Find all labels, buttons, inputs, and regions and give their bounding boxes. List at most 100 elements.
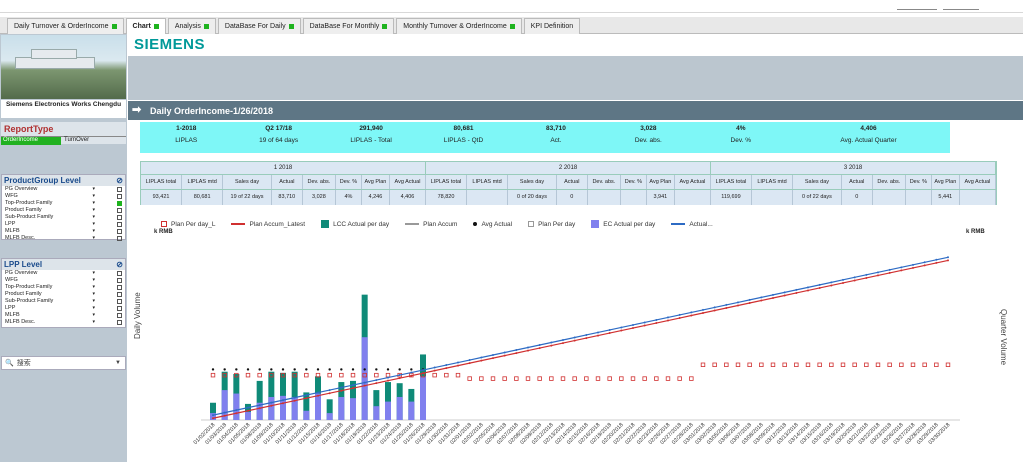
- legend-swatch: [528, 221, 535, 227]
- checkbox[interactable]: [117, 278, 122, 283]
- plan-marker: [514, 376, 519, 381]
- chevron-down-icon[interactable]: ▾: [92, 221, 95, 228]
- tab-3[interactable]: DataBase For Daily: [217, 18, 301, 34]
- accum-point: [783, 291, 786, 294]
- accum-point: [503, 351, 506, 354]
- chevron-down-icon[interactable]: ▾: [92, 235, 95, 242]
- checkbox[interactable]: [117, 271, 122, 276]
- plan-marker: [619, 376, 624, 381]
- accum-point: [422, 369, 424, 372]
- accum-point: [620, 329, 623, 332]
- level-item[interactable]: MLFB Desc. ▾: [2, 235, 125, 242]
- accum-point: [398, 377, 401, 380]
- kpi-cell: Q2 17/18 19 of 64 days: [232, 122, 324, 153]
- chevron-down-icon[interactable]: ▾: [92, 193, 95, 200]
- checkbox[interactable]: [117, 229, 122, 234]
- report-type-turnover[interactable]: TurnOver: [61, 137, 89, 145]
- report-type-orderincome[interactable]: OrderIncome: [1, 137, 61, 145]
- legend-label: Plan Accum_Latest: [249, 220, 306, 228]
- chevron-down-icon[interactable]: ▾: [92, 277, 95, 284]
- search-box[interactable]: 🔍 搜索 ▼: [1, 356, 126, 370]
- chevron-down-icon[interactable]: ▾: [92, 270, 95, 277]
- arrow-right-icon: ➡: [132, 104, 142, 116]
- checkbox[interactable]: [117, 194, 122, 199]
- plan-marker: [642, 376, 647, 381]
- plan-marker: [945, 362, 951, 367]
- column-header: LIPLAS mtd: [752, 175, 794, 189]
- checkbox[interactable]: [117, 292, 122, 297]
- accum-point: [480, 359, 483, 362]
- building-shape: [31, 49, 77, 59]
- chevron-down-icon[interactable]: ▾: [92, 305, 95, 312]
- level-item-label: MLFB Desc.: [5, 319, 36, 325]
- accum-point: [923, 264, 926, 267]
- checkbox[interactable]: [117, 299, 122, 304]
- accum-point: [270, 401, 273, 404]
- level-item-label: Product Family: [5, 291, 42, 297]
- plan-marker: [549, 376, 554, 381]
- tab-5[interactable]: Monthly Turnover & OrderIncome: [396, 18, 522, 34]
- level-item[interactable]: LPP ▾: [2, 221, 125, 228]
- level-item[interactable]: MLFB ▾: [2, 228, 125, 235]
- checkbox[interactable]: [117, 208, 122, 213]
- chevron-down-icon[interactable]: ▾: [92, 284, 95, 291]
- chevron-down-icon[interactable]: ▾: [92, 214, 95, 221]
- chevron-down-icon[interactable]: ▼: [115, 360, 121, 366]
- level-item[interactable]: Top-Product Family ▾: [2, 284, 125, 291]
- chevron-down-icon[interactable]: ▾: [92, 207, 95, 214]
- checkbox[interactable]: [117, 306, 122, 311]
- chevron-down-icon[interactable]: ▾: [92, 298, 95, 305]
- tab-6[interactable]: KPI Definition: [523, 18, 581, 34]
- level-item[interactable]: MLFB Desc. ▾: [2, 319, 125, 326]
- top-divider: [897, 9, 937, 10]
- report-title-bar: ➡ Daily OrderIncome-1/26/2018: [128, 101, 1023, 120]
- chevron-down-icon[interactable]: ▾: [92, 228, 95, 235]
- column-header: LIPLAS mtd: [467, 175, 509, 189]
- checkbox[interactable]: [117, 201, 122, 206]
- accum-point: [247, 409, 249, 412]
- checkbox[interactable]: [117, 320, 122, 325]
- legend-item: Actual...: [671, 221, 713, 228]
- tab-0[interactable]: Daily Turnover & OrderIncome: [7, 18, 124, 34]
- level-item[interactable]: Sub-Product Family ▾: [2, 214, 125, 221]
- checkbox[interactable]: [117, 187, 122, 192]
- level-item[interactable]: Product Family ▾: [2, 291, 125, 298]
- accum-point: [632, 327, 634, 330]
- level-item[interactable]: WFG ▾: [2, 277, 125, 284]
- level-item-label: PG Overview: [5, 186, 38, 192]
- level-item[interactable]: MLFB ▾: [2, 312, 125, 319]
- level-item[interactable]: PG Overview ▾: [2, 270, 125, 277]
- plan-marker: [689, 376, 694, 381]
- checkbox[interactable]: [117, 215, 122, 220]
- chevron-down-icon[interactable]: ▾: [92, 186, 95, 193]
- bar-ec: [385, 401, 391, 420]
- clear-icon[interactable]: ⊘: [116, 260, 123, 269]
- clear-icon[interactable]: ⊘: [116, 176, 123, 185]
- checkbox[interactable]: [117, 285, 122, 290]
- level-item[interactable]: WFG ▾: [2, 193, 125, 200]
- chevron-down-icon[interactable]: ▾: [92, 291, 95, 298]
- checkbox[interactable]: [117, 313, 122, 318]
- bar-ec: [338, 397, 345, 420]
- tab-1[interactable]: Chart: [125, 18, 166, 34]
- left-axis-title: Daily Volume: [133, 292, 142, 339]
- chevron-down-icon[interactable]: ▾: [92, 319, 95, 326]
- level-item[interactable]: Top-Product Family ▾: [2, 200, 125, 207]
- chevron-down-icon[interactable]: ▾: [92, 200, 95, 207]
- tab-2[interactable]: Analysis: [167, 18, 216, 34]
- header-band: [128, 56, 1023, 100]
- tab-4[interactable]: DataBase For Monthly: [302, 18, 395, 34]
- checkbox[interactable]: [117, 222, 122, 227]
- plan-marker: [654, 376, 659, 381]
- level-item[interactable]: LPP ▾: [2, 305, 125, 312]
- legend-item: LCC Actual per day: [321, 220, 389, 228]
- accum-point: [527, 349, 529, 352]
- table-cell: 0 of 22 days: [793, 190, 842, 205]
- level-item[interactable]: Sub-Product Family ▾: [2, 298, 125, 305]
- level-item-label: Top-Product Family: [5, 284, 53, 290]
- accum-point: [608, 328, 611, 331]
- level-item[interactable]: Product Family ▾: [2, 207, 125, 214]
- checkbox[interactable]: [117, 236, 122, 241]
- level-item[interactable]: PG Overview ▾: [2, 186, 125, 193]
- chevron-down-icon[interactable]: ▾: [92, 312, 95, 319]
